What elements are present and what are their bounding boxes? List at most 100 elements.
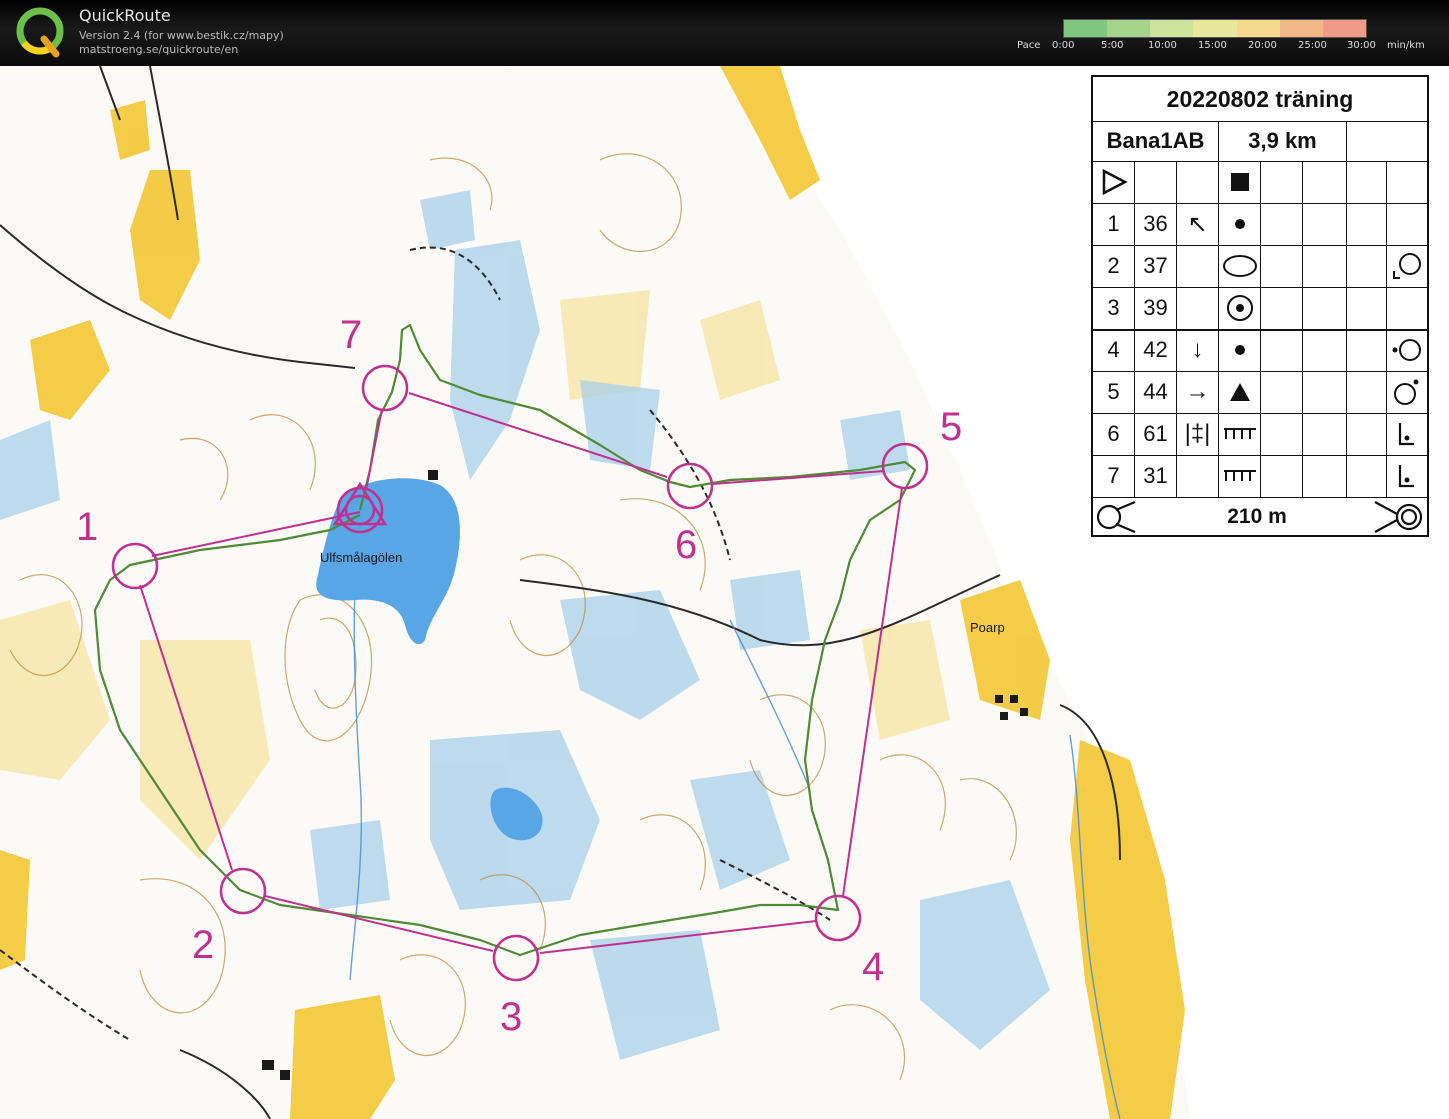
dimension-cell <box>1303 455 1347 497</box>
square-feature-icon <box>1219 161 1261 203</box>
appearance-cell <box>1261 455 1303 497</box>
app-title: QuickRoute <box>79 6 171 25</box>
location-cell <box>1347 329 1387 371</box>
location-cell <box>1347 413 1387 455</box>
appearance-cell <box>1261 245 1303 287</box>
control-number: 7 <box>1093 455 1135 497</box>
app-version: Version 2.4 (for www.bestik.cz/mapy) <box>79 29 284 42</box>
pace-tick: 0:00 <box>1052 40 1075 51</box>
control-number-4: 4 <box>862 945 884 989</box>
appearance-cell <box>1261 287 1303 329</box>
dimension-cell <box>1303 287 1347 329</box>
pace-unit: min/km <box>1387 40 1425 51</box>
location-cell <box>1347 287 1387 329</box>
location-cell <box>1347 245 1387 287</box>
pace-swatch <box>1107 20 1151 37</box>
control-number-7: 7 <box>340 313 362 357</box>
control-location-icon <box>1387 245 1427 287</box>
direction-icon <box>1177 455 1219 497</box>
control-code: 42 <box>1135 329 1177 371</box>
control-location-icon <box>1387 329 1427 371</box>
finish-row: 210 m <box>1093 497 1427 537</box>
appearance-cell <box>1261 413 1303 455</box>
control-code: 37 <box>1135 245 1177 287</box>
start-triangle-icon <box>1093 161 1135 203</box>
control-row: 6 61 |‡| <box>1093 413 1427 456</box>
control-description-sheet: 20220802 träning Bana1AB 3,9 km 210 m 13… <box>1091 75 1429 537</box>
appearance-cell <box>1261 371 1303 413</box>
course-length: 3,9 km <box>1219 121 1347 161</box>
start-row <box>1093 161 1427 204</box>
control-code: 39 <box>1135 287 1177 329</box>
control-location-icon <box>1387 371 1427 413</box>
quickroute-logo-icon <box>16 7 64 58</box>
dimension-cell <box>1303 203 1347 245</box>
control-number-2: 2 <box>192 923 214 967</box>
finish-end-icon <box>1374 501 1423 533</box>
dimension-cell <box>1303 371 1347 413</box>
lake-label: Ulfsmålagölen <box>320 550 402 565</box>
pace-tick: 30:00 <box>1347 40 1376 51</box>
direction-icon: ↓ <box>1177 329 1219 371</box>
control-row: 5 44 → <box>1093 371 1427 414</box>
pace-swatch <box>1322 20 1366 37</box>
course-row: Bana1AB 3,9 km <box>1093 121 1427 162</box>
pace-tick: 25:00 <box>1298 40 1327 51</box>
control-row: 7 31 <box>1093 455 1427 498</box>
pace-swatch <box>1279 20 1323 37</box>
feature-icon <box>1219 413 1261 455</box>
appearance-cell <box>1261 203 1303 245</box>
feature-icon <box>1219 371 1261 413</box>
control-number: 6 <box>1093 413 1135 455</box>
feature-icon <box>1219 455 1261 497</box>
finish-distance: 210 m <box>1227 505 1287 528</box>
control-row: 3 39 <box>1093 287 1427 331</box>
pace-swatch <box>1150 20 1194 37</box>
event-title: 20220802 träning <box>1093 77 1427 122</box>
control-number: 1 <box>1093 203 1135 245</box>
pace-swatch <box>1236 20 1280 37</box>
feature-icon <box>1219 329 1261 371</box>
control-number: 5 <box>1093 371 1135 413</box>
direction-icon: |‡| <box>1177 413 1219 455</box>
control-location-icon <box>1387 413 1427 455</box>
app-url: matstroeng.se/quickroute/en <box>79 43 239 56</box>
control-number: 2 <box>1093 245 1135 287</box>
control-row: 2 37 <box>1093 245 1427 288</box>
pace-color-bar <box>1063 19 1367 38</box>
pace-swatch <box>1193 20 1237 37</box>
feature-icon <box>1219 203 1261 245</box>
dimension-cell <box>1303 329 1347 371</box>
pace-tick: 10:00 <box>1148 40 1177 51</box>
control-location-icon <box>1387 203 1427 245</box>
control-number: 4 <box>1093 329 1135 371</box>
dimension-cell <box>1303 413 1347 455</box>
control-code: 31 <box>1135 455 1177 497</box>
feature-icon <box>1219 245 1261 287</box>
pace-swatch <box>1064 20 1108 37</box>
farm-label: Poarp <box>970 620 1005 635</box>
control-number-6: 6 <box>675 523 697 567</box>
direction-icon: → <box>1177 371 1219 413</box>
control-location-icon <box>1387 287 1427 329</box>
direction-icon <box>1177 245 1219 287</box>
control-number: 3 <box>1093 287 1135 329</box>
control-row: 4 42 ↓ <box>1093 329 1427 372</box>
pace-tick: 20:00 <box>1248 40 1277 51</box>
course-name: Bana1AB <box>1093 121 1219 161</box>
control-code: 36 <box>1135 203 1177 245</box>
pace-tick: 15:00 <box>1198 40 1227 51</box>
control-number-5: 5 <box>940 405 962 449</box>
dimension-cell <box>1303 245 1347 287</box>
finish-start-icon <box>1096 500 1136 534</box>
direction-icon <box>1177 287 1219 329</box>
control-row: 1 36 ↖ <box>1093 203 1427 246</box>
location-cell <box>1347 371 1387 413</box>
control-code: 61 <box>1135 413 1177 455</box>
feature-icon <box>1219 287 1261 329</box>
control-number-3: 3 <box>500 995 522 1039</box>
location-cell <box>1347 203 1387 245</box>
location-cell <box>1347 455 1387 497</box>
control-number-1: 1 <box>76 505 98 549</box>
appearance-cell <box>1261 329 1303 371</box>
